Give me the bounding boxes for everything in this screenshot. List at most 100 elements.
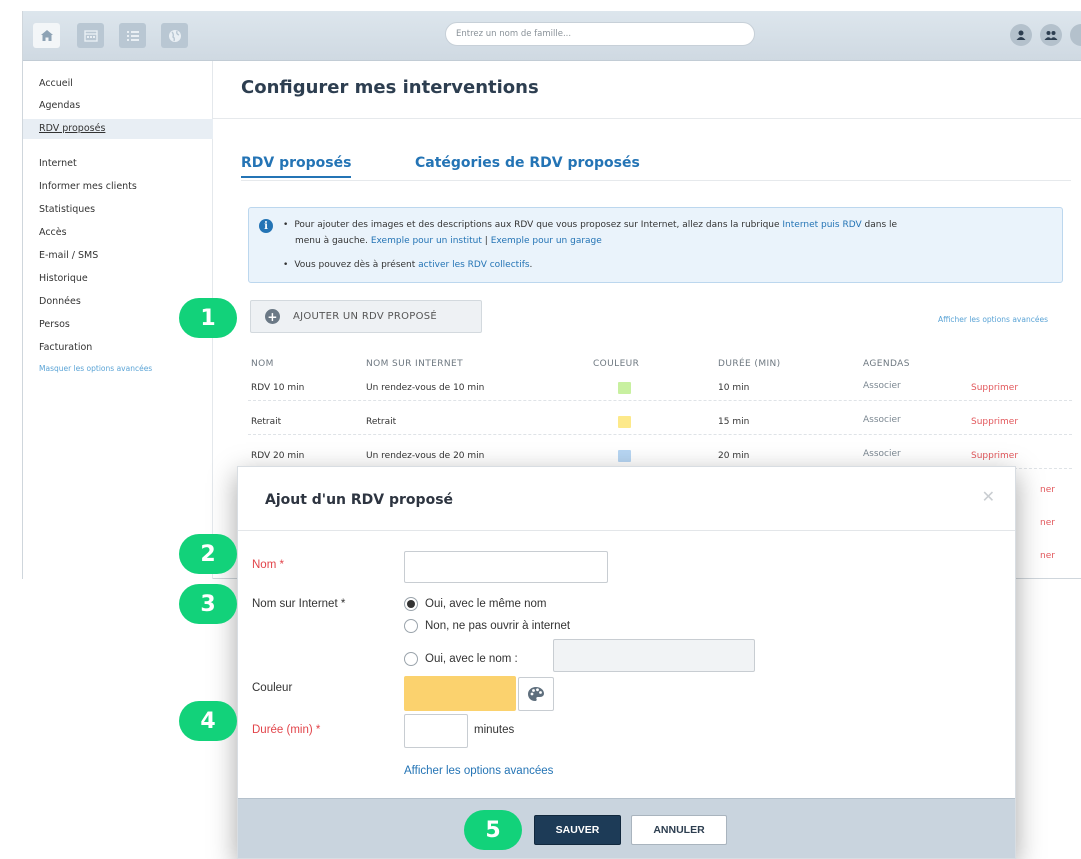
- radio-no-internet[interactable]: Non, ne pas ouvrir à internet: [404, 619, 570, 633]
- cancel-button[interactable]: ANNULER: [631, 815, 727, 845]
- step-marker-4: 4: [179, 701, 237, 741]
- nom-internet-label: Nom sur Internet *: [252, 598, 346, 610]
- color-picker-field[interactable]: [404, 676, 516, 711]
- couleur-label: Couleur: [252, 682, 293, 694]
- close-icon[interactable]: ✕: [982, 487, 995, 506]
- column-header-couleur: COULEUR: [593, 359, 640, 369]
- info-box: i • Pour ajouter des images et des descri…: [248, 207, 1063, 283]
- page-title: Configurer mes interventions: [241, 77, 539, 98]
- radio-icon: [404, 652, 418, 666]
- sidebar-item-acces[interactable]: Accès: [39, 227, 67, 238]
- column-header-duree: DURÉE (MIN): [718, 359, 781, 369]
- associate-link[interactable]: Associer: [863, 381, 901, 391]
- user-icon[interactable]: [1010, 24, 1032, 46]
- modal-footer: SAUVER ANNULER: [238, 798, 1015, 858]
- add-rdv-modal: Ajout d'un RDV proposé ✕ Nom * Nom sur I…: [237, 466, 1016, 859]
- row-nom: RDV 20 min: [251, 451, 305, 461]
- duree-input[interactable]: [404, 714, 468, 748]
- sidebar-advanced-toggle[interactable]: Masquer les options avancées: [39, 364, 152, 373]
- color-swatch: [618, 416, 631, 428]
- globe-icon[interactable]: [161, 23, 188, 48]
- radio-same-name[interactable]: Oui, avec le même nom: [404, 597, 546, 611]
- garage-example-link[interactable]: Exemple pour un garage: [491, 236, 602, 246]
- search-input[interactable]: Entrez un nom de famille...: [445, 22, 755, 46]
- sidebar-item-statistiques[interactable]: Statistiques: [39, 204, 95, 215]
- sidebar-item-persos[interactable]: Persos: [39, 319, 70, 330]
- save-button[interactable]: SAUVER: [534, 815, 621, 845]
- sidebar-item-facturation[interactable]: Facturation: [39, 342, 92, 353]
- table-row: Retrait Retrait 15 min Associer Supprime…: [248, 411, 1072, 435]
- modal-show-advanced-link[interactable]: Afficher les options avancées: [404, 765, 553, 777]
- associate-link[interactable]: Associer: [863, 449, 901, 459]
- radio-icon: [404, 619, 418, 633]
- delete-link[interactable]: Supprimer: [971, 383, 1018, 393]
- minutes-label: minutes: [474, 724, 515, 736]
- row-duree: 20 min: [718, 451, 750, 461]
- add-rdv-button[interactable]: + AJOUTER UN RDV PROPOSÉ: [250, 300, 482, 333]
- info-icon: i: [259, 219, 273, 233]
- radio-label: Oui, avec le nom :: [425, 653, 518, 665]
- top-bar: Entrez un nom de famille...: [23, 11, 1081, 61]
- sidebar-item-historique[interactable]: Historique: [39, 273, 88, 284]
- delete-link[interactable]: Supprimer: [971, 417, 1018, 427]
- sidebar-item-agendas[interactable]: Agendas: [39, 100, 80, 111]
- column-header-nom: NOM: [251, 359, 274, 369]
- info-text: Pour ajouter des images et des descripti…: [294, 220, 780, 230]
- row-duree: 15 min: [718, 417, 750, 427]
- custom-name-input[interactable]: [553, 639, 755, 672]
- info-line-3: • Vous pouvez dès à présent activer les R…: [283, 260, 533, 270]
- delete-link-partial[interactable]: ner: [1040, 518, 1055, 528]
- nom-label: Nom *: [252, 559, 284, 571]
- menu-button-partial[interactable]: [1070, 24, 1081, 46]
- tab-rdv-proposes[interactable]: RDV proposés: [241, 155, 352, 178]
- info-text: dans le: [864, 220, 898, 230]
- users-icon[interactable]: [1040, 24, 1062, 46]
- associate-link[interactable]: Associer: [863, 415, 901, 425]
- info-line-2: menu à gauche. Exemple pour un institut …: [295, 236, 602, 246]
- home-icon[interactable]: [33, 23, 60, 48]
- step-marker-2: 2: [179, 534, 237, 574]
- row-nom-internet: Retrait: [366, 417, 397, 427]
- column-header-nom-internet: NOM SUR INTERNET: [366, 359, 463, 369]
- row-nom-internet: Un rendez-vous de 10 min: [366, 383, 485, 393]
- info-text: .: [529, 260, 533, 270]
- step-marker-5: 5: [464, 810, 522, 850]
- divider: [213, 118, 1081, 119]
- internet-rdv-link[interactable]: Internet puis RDV: [782, 220, 861, 230]
- institut-example-link[interactable]: Exemple pour un institut: [371, 236, 482, 246]
- divider: [238, 530, 1015, 531]
- delete-link-partial[interactable]: ner: [1040, 485, 1055, 495]
- palette-icon[interactable]: [518, 677, 554, 711]
- color-swatch: [618, 382, 631, 394]
- list-icon[interactable]: [119, 23, 146, 48]
- sidebar-item-donnees[interactable]: Données: [39, 296, 81, 307]
- step-marker-3: 3: [179, 584, 237, 624]
- sidebar-item-rdv-proposes[interactable]: RDV proposés: [23, 119, 213, 139]
- delete-link[interactable]: Supprimer: [971, 451, 1018, 461]
- info-text: menu à gauche.: [295, 236, 368, 246]
- radio-custom-name[interactable]: Oui, avec le nom :: [404, 652, 518, 666]
- sidebar-item-informer-clients[interactable]: Informer mes clients: [39, 181, 137, 192]
- info-text: Vous pouvez dès à présent: [294, 260, 416, 270]
- tab-categories[interactable]: Catégories de RDV proposés: [415, 155, 640, 171]
- step-marker-1: 1: [179, 298, 237, 338]
- collective-rdv-link[interactable]: activer les RDV collectifs: [418, 260, 529, 270]
- sidebar-item-accueil[interactable]: Accueil: [39, 78, 73, 89]
- calendar-icon[interactable]: [77, 23, 104, 48]
- column-header-agendas: AGENDAS: [863, 359, 910, 369]
- plus-icon: +: [265, 309, 280, 324]
- info-line-1: • Pour ajouter des images et des descript…: [283, 220, 898, 230]
- nom-input[interactable]: [404, 551, 608, 583]
- table-row: RDV 10 min Un rendez-vous de 10 min 10 m…: [248, 377, 1072, 401]
- modal-title: Ajout d'un RDV proposé: [265, 492, 454, 508]
- add-rdv-label: AJOUTER UN RDV PROPOSÉ: [293, 311, 438, 322]
- radio-label: Oui, avec le même nom: [425, 598, 547, 610]
- sidebar-item-internet[interactable]: Internet: [39, 158, 77, 169]
- show-advanced-link[interactable]: Afficher les options avancées: [938, 315, 1048, 324]
- duree-label: Durée (min) *: [252, 724, 321, 736]
- radio-label: Non, ne pas ouvrir à internet: [425, 620, 571, 632]
- delete-link-partial[interactable]: ner: [1040, 551, 1055, 561]
- sidebar-item-email-sms[interactable]: E-mail / SMS: [39, 250, 98, 261]
- row-nom-internet: Un rendez-vous de 20 min: [366, 451, 485, 461]
- radio-checked-icon: [404, 597, 418, 611]
